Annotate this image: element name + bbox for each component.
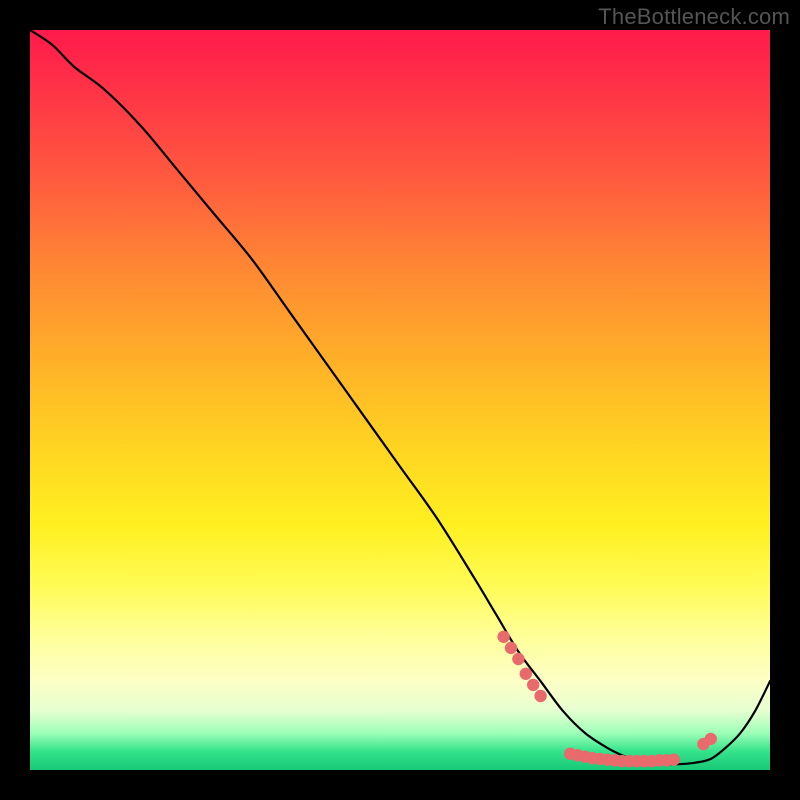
curve-marker (505, 642, 517, 654)
curve-marker (534, 690, 546, 702)
plot-area (30, 30, 770, 770)
curve-marker (512, 653, 524, 665)
curve-marker (520, 668, 532, 680)
curve-marker (668, 753, 680, 765)
curve-svg (30, 30, 770, 770)
curve-marker (527, 679, 539, 691)
curve-marker (705, 733, 717, 745)
chart-frame: TheBottleneck.com (0, 0, 800, 800)
watermark-text: TheBottleneck.com (598, 4, 790, 30)
curve-marker (497, 631, 509, 643)
bottleneck-curve (30, 30, 770, 764)
